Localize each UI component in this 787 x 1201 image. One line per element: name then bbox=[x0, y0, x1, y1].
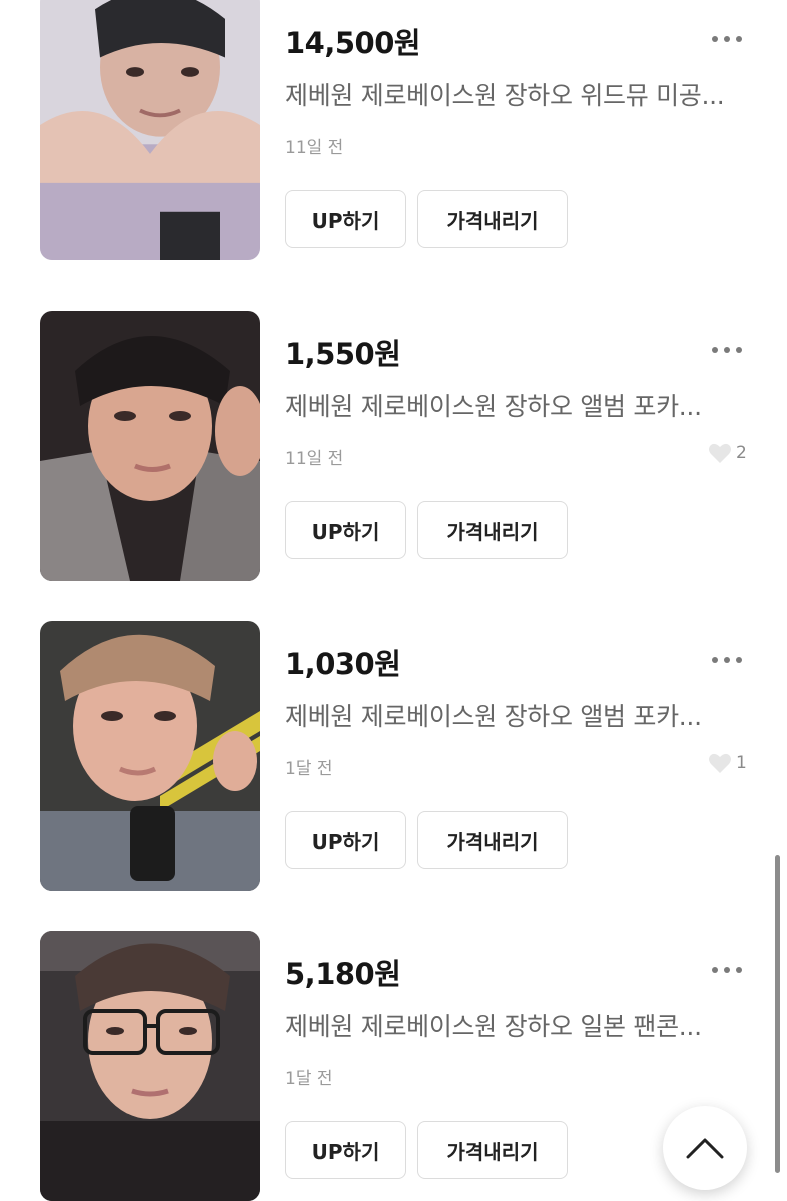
like-count: 1 bbox=[708, 751, 747, 775]
listing-title[interactable]: 제베원 제로베이스원 장하오 앨범 포카... bbox=[285, 387, 755, 423]
listing-title[interactable]: 제베원 제로베이스원 장하오 위드뮤 미공... bbox=[285, 76, 755, 112]
more-dots-icon[interactable] bbox=[702, 24, 752, 54]
listing-time: 11일 전 bbox=[285, 138, 344, 158]
chevron-up-icon bbox=[686, 1138, 724, 1159]
listing-time: 1달 전 bbox=[285, 759, 333, 779]
price-down-button[interactable]: 가격내리기 bbox=[417, 1121, 568, 1179]
scroll-to-top-button[interactable] bbox=[663, 1106, 747, 1190]
listing-title[interactable]: 제베원 제로베이스원 장하오 일본 팬콘... bbox=[285, 1007, 755, 1043]
heart-icon bbox=[709, 753, 731, 773]
product-thumbnail[interactable] bbox=[40, 931, 260, 1201]
listing-time: 1달 전 bbox=[285, 1069, 333, 1089]
like-count: 2 bbox=[708, 441, 747, 465]
product-thumbnail[interactable] bbox=[40, 0, 260, 260]
heart-icon bbox=[709, 443, 731, 463]
listing-price: 14,500원 bbox=[285, 26, 421, 60]
up-button[interactable]: UP하기 bbox=[285, 190, 406, 248]
up-button[interactable]: UP하기 bbox=[285, 811, 406, 869]
like-count-value: 1 bbox=[736, 753, 747, 773]
like-count-value: 2 bbox=[736, 443, 747, 463]
product-thumbnail[interactable] bbox=[40, 621, 260, 891]
price-down-button[interactable]: 가격내리기 bbox=[417, 190, 568, 248]
listing-item[interactable]: 1,030원 제베원 제로베이스원 장하오 앨범 포카... 1달 전 1 UP… bbox=[0, 621, 787, 891]
listing-price: 1,550원 bbox=[285, 337, 401, 371]
listing-title[interactable]: 제베원 제로베이스원 장하오 앨범 포카... bbox=[285, 697, 755, 733]
more-dots-icon[interactable] bbox=[702, 955, 752, 985]
more-dots-icon[interactable] bbox=[702, 335, 752, 365]
price-down-button[interactable]: 가격내리기 bbox=[417, 811, 568, 869]
listing-item[interactable]: 14,500원 제베원 제로베이스원 장하오 위드뮤 미공... 11일 전 U… bbox=[0, 0, 787, 270]
scrollbar[interactable] bbox=[775, 855, 780, 1173]
listing-item[interactable]: 1,550원 제베원 제로베이스원 장하오 앨범 포카... 11일 전 2 U… bbox=[0, 311, 787, 581]
up-button[interactable]: UP하기 bbox=[285, 501, 406, 559]
more-dots-icon[interactable] bbox=[702, 645, 752, 675]
listing-price: 5,180원 bbox=[285, 957, 401, 991]
listing-price: 1,030원 bbox=[285, 647, 401, 681]
product-thumbnail[interactable] bbox=[40, 311, 260, 581]
up-button[interactable]: UP하기 bbox=[285, 1121, 406, 1179]
listing-time: 11일 전 bbox=[285, 449, 344, 469]
price-down-button[interactable]: 가격내리기 bbox=[417, 501, 568, 559]
